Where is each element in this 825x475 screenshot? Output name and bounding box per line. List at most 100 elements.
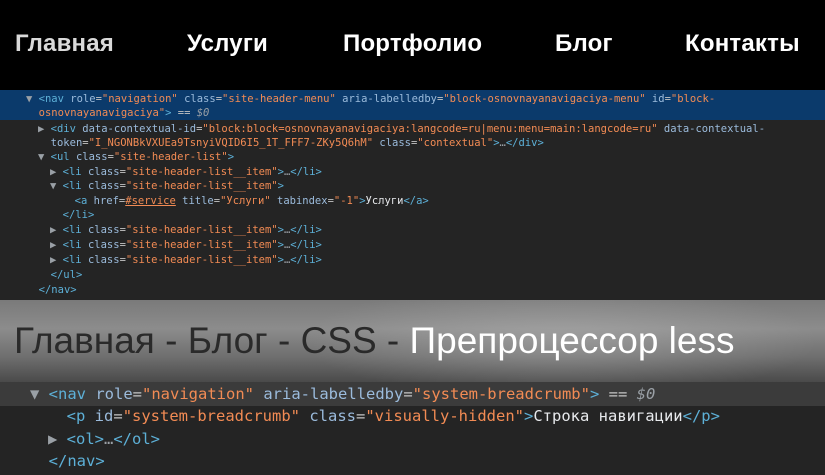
code-token-attr: aria-labelledby (335, 93, 437, 105)
dom-node-line[interactable]: ▶ <li class="site-header-list__item">…</… (50, 165, 322, 179)
code-token-tag: <div (50, 123, 83, 135)
code-token-tag: <nav (38, 93, 71, 105)
code-token-attr: id (645, 93, 665, 105)
collapse-triangle-icon[interactable]: ▼ (50, 180, 63, 192)
code-token-val: "system-breadcrumb" (412, 385, 590, 403)
code-token-val: "site-header-list__item" (125, 224, 278, 236)
nav-link-blog[interactable]: Блог (555, 30, 613, 58)
dom-node-line[interactable]: ▶ <li class="site-header-list__item">…</… (50, 223, 322, 237)
code-token-tag: <li (62, 166, 88, 178)
code-token-eq: == (171, 107, 197, 119)
code-token-eq: == (599, 385, 637, 403)
code-token-val: "visually-hidden" (365, 407, 524, 425)
code-token-attr: title (175, 195, 214, 207)
code-token-attr: data-contextual- (657, 123, 766, 135)
code-token-dollar: $0 (636, 385, 656, 403)
code-token-eq: = (132, 385, 143, 403)
collapse-triangle-icon[interactable]: ▼ (26, 93, 39, 105)
breadcrumb-separator: - (154, 320, 188, 361)
code-token-val: "block- (670, 93, 716, 105)
code-token-eq: = (356, 407, 366, 425)
code-token-eq: = (403, 385, 413, 403)
nav-link-portfolio[interactable]: Портфолио (343, 30, 482, 58)
code-token-val: "contextual" (417, 137, 494, 149)
code-token-tag: </a> (403, 195, 429, 207)
breadcrumb-separator: - (267, 320, 301, 361)
code-token-tag: </li> (62, 209, 95, 221)
expand-triangle-icon[interactable]: ▶ (38, 123, 51, 135)
dom-node-line[interactable]: ▶ <div data-contextual-id="block:block=o… (38, 122, 765, 136)
code-token-val: "site-header-list__item" (125, 180, 278, 192)
expand-triangle-icon[interactable]: ▶ (48, 430, 67, 448)
dom-node-line[interactable]: ▼ <li class="site-header-list__item"> (50, 179, 284, 193)
code-token-val: "navigation" (142, 385, 254, 403)
dom-node-line[interactable]: token="I_NGONBkVXUEa9TsnyiVQID6I5_1T_FFF… (38, 136, 544, 150)
code-token-attr: id (94, 407, 114, 425)
code-token-attr: role (95, 385, 133, 403)
expand-triangle-icon[interactable]: ▶ (50, 224, 63, 236)
breadcrumb-separator: - (376, 320, 410, 361)
code-token-val: "Услуги" (220, 195, 271, 207)
top-navigation: Главная Услуги Портфолио Блог Контакты (0, 0, 825, 90)
code-token-tag: </li> (290, 239, 322, 251)
dom-node-line[interactable]: osnovnayanavigaciya"> == $0 (26, 106, 210, 120)
code-token-eq: = (113, 407, 123, 425)
nav-link-contacts[interactable]: Контакты (685, 30, 800, 58)
code-token-attr: aria-labelledby (254, 385, 404, 403)
expand-triangle-icon[interactable]: ▶ (50, 254, 63, 266)
code-token-tag: > (589, 385, 600, 403)
code-token-tag: > (277, 180, 284, 192)
code-token-attr: class (177, 93, 216, 105)
code-token-tag: </ul> (50, 269, 83, 281)
breadcrumb-item-css[interactable]: CSS (301, 320, 377, 361)
dom-node-line[interactable]: <a href=#service title="Услуги" tabindex… (62, 194, 429, 208)
dom-node-line[interactable]: </nav> (30, 450, 105, 472)
code-token-attr: role (70, 93, 96, 105)
nav-link-home[interactable]: Главная (15, 30, 114, 58)
code-token-tag: <ul (50, 151, 76, 163)
code-token-val: "I_NGONBkVXUEa9TsnyiVQID6I5_1T_FFF7-ZKy5… (88, 137, 374, 149)
code-token-txt: Строка навигации (533, 407, 683, 425)
code-token-val: "block:block=osnovnayanavigaciya:langcod… (202, 123, 658, 135)
code-token-val: "site-header-menu" (222, 93, 336, 105)
dom-node-line[interactable]: <p id="system-breadcrumb" class="visuall… (48, 405, 720, 427)
code-token-val: "site-header-list__item" (125, 254, 278, 266)
dom-node-line[interactable]: </li> (50, 208, 95, 222)
code-token-link: #service (125, 195, 176, 207)
breadcrumb-item-blog[interactable]: Блог (188, 320, 268, 361)
dom-node-line[interactable]: </ul> (38, 268, 83, 282)
dom-node-line[interactable]: ▼ <nav role="navigation" aria-labelledby… (30, 383, 655, 405)
dom-node-line[interactable]: ▶ <li class="site-header-list__item">…</… (50, 238, 322, 252)
code-token-attr: data-contextual-id (82, 123, 197, 135)
code-token-dots: … (104, 430, 114, 448)
nav-link-services[interactable]: Услуги (187, 30, 268, 58)
code-token-tag: <ol> (66, 430, 104, 448)
dom-node-line[interactable]: </nav> (26, 283, 77, 297)
code-token-tag: <li (62, 180, 88, 192)
dom-node-line[interactable]: ▼ <ul class="site-header-list"> (38, 150, 234, 164)
code-token-tag: <a (74, 195, 94, 207)
breadcrumb-band: Главная - Блог - CSS - Препроцессор less (0, 300, 825, 382)
dom-node-line[interactable]: ▼ <nav role="navigation" class="site-hea… (26, 92, 715, 106)
code-token-attr: class (75, 151, 108, 163)
dom-node-line[interactable]: ▶ <ol>…</ol> (48, 428, 160, 450)
code-token-val: "-1" (333, 195, 360, 207)
dom-node-line[interactable]: ▶ <li class="site-header-list__item">…</… (50, 253, 322, 267)
expand-triangle-icon[interactable]: ▶ (50, 166, 63, 178)
breadcrumb-item-home[interactable]: Главная (14, 320, 155, 361)
code-token-attr: token (50, 137, 83, 149)
devtools-elements-panel-breadcrumb-nav: ▼ <nav role="navigation" aria-labelledby… (0, 382, 825, 475)
expand-triangle-icon[interactable]: ▶ (50, 239, 63, 251)
collapse-triangle-icon[interactable]: ▼ (38, 151, 51, 163)
code-token-attr: class (87, 254, 120, 266)
breadcrumb-current: Препроцессор less (409, 320, 735, 361)
code-token-dollar: $0 (196, 107, 210, 119)
code-token-tag: </ol> (113, 430, 161, 448)
collapse-triangle-icon[interactable]: ▼ (30, 385, 49, 403)
